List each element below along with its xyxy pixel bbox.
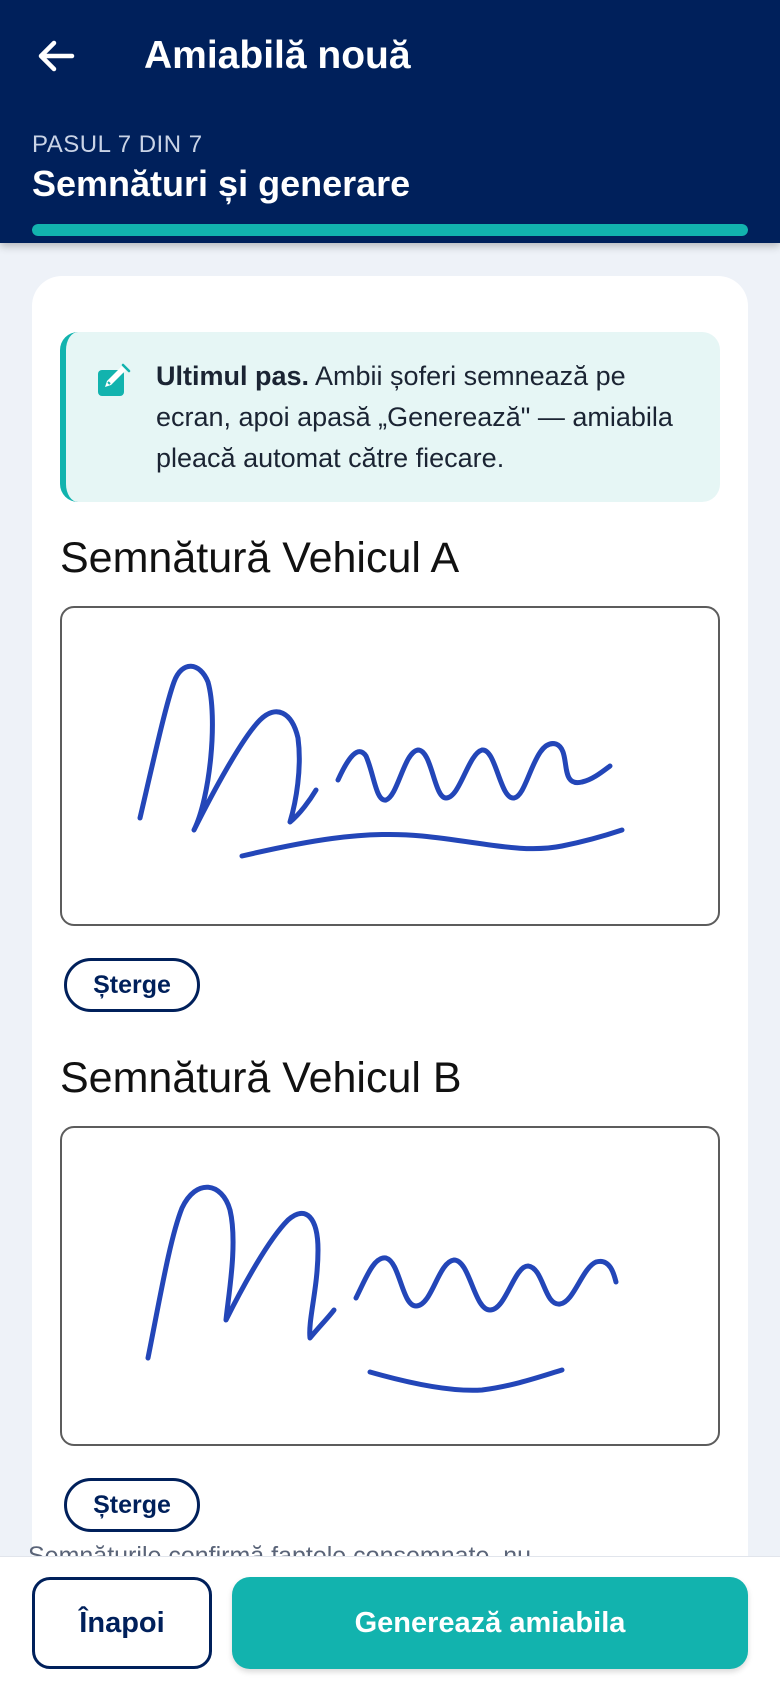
signature-b-title: Semnătură Vehicul B: [60, 1054, 462, 1102]
step-counter: PASUL 7 DIN 7: [32, 131, 203, 158]
clear-signature-b-button[interactable]: Șterge: [64, 1478, 200, 1532]
app-header: Amiabilă nouă PASUL 7 DIN 7 Semnături și…: [0, 0, 780, 243]
progress-fill: [32, 224, 748, 236]
signature-a-title: Semnătură Vehicul A: [60, 534, 460, 582]
info-bold: Ultimul pas.: [156, 361, 310, 391]
signature-b-stroke: [145, 1184, 619, 1393]
bottom-action-bar: Înapoi Generează amiabila: [0, 1556, 780, 1688]
signature-pad-a[interactable]: [60, 606, 720, 926]
signature-card: Ultimul pas. Ambii șoferi semnează pe ec…: [32, 276, 748, 1688]
back-button[interactable]: Înapoi: [32, 1577, 212, 1669]
edit-icon: [98, 363, 131, 396]
step-title: Semnături și generare: [32, 163, 411, 204]
progress-bar: [32, 224, 748, 236]
info-callout: Ultimul pas. Ambii șoferi semnează pe ec…: [60, 332, 720, 502]
back-arrow-button[interactable]: [30, 30, 82, 82]
info-text: Ultimul pas. Ambii șoferi semnează pe ec…: [156, 356, 706, 479]
signature-a-stroke: [137, 663, 625, 859]
clear-signature-a-button[interactable]: Șterge: [64, 958, 200, 1012]
arrow-left-icon: [38, 40, 75, 72]
page-title: Amiabilă nouă: [144, 34, 411, 77]
signature-pad-b[interactable]: [60, 1126, 720, 1446]
generate-button[interactable]: Generează amiabila: [232, 1577, 748, 1669]
